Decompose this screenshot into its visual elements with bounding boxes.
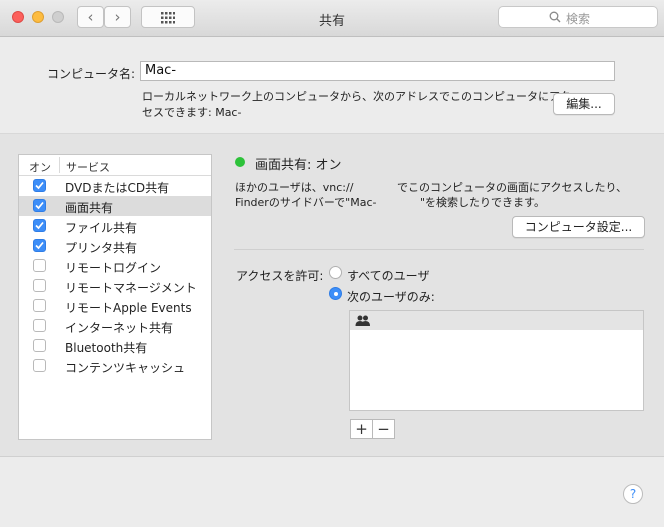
checkbox-checked[interactable] [33,179,46,192]
list-item[interactable]: コンテンツキャッシュ [19,356,211,376]
allowed-users-list[interactable] [349,310,644,411]
computer-name-section [0,37,664,134]
service-label: リモートマネージメント [65,281,197,295]
radio-all-users[interactable] [329,266,342,279]
service-label: コンテンツキャッシュ [65,361,186,375]
section-divider [234,249,644,250]
list-item[interactable]: DVDまたはCD共有 [19,176,211,196]
computer-name-label: コンピュータ名: [47,67,136,81]
service-label: リモートApple Events [65,301,192,315]
radio-all-users-label: すべてのユーザ [347,269,430,283]
checkbox[interactable] [33,299,46,312]
checkmark-icon [35,181,44,190]
group-icon [355,315,370,326]
list-item[interactable]: プリンタ共有 [19,236,211,256]
service-label: インターネット共有 [65,321,174,335]
title-bar: ‹ › 共有 検索 [0,0,664,37]
checkbox[interactable] [33,259,46,272]
service-label: ファイル共有 [65,221,138,235]
service-label: Bluetooth共有 [65,341,148,355]
finder-description-start: Finderのサイドバーで"Mac- [235,196,377,209]
checkbox-checked[interactable] [33,219,46,232]
service-label: リモートログイン [65,261,162,275]
remove-user-button[interactable]: − [372,419,395,439]
finder-description-end: "を検索したりできます。 [420,196,545,209]
header-on: オン [29,161,51,174]
status-indicator [235,157,245,167]
list-item[interactable]: インターネット共有 [19,316,211,336]
list-item[interactable]: Bluetooth共有 [19,336,211,356]
checkbox[interactable] [33,279,46,292]
service-label: プリンタ共有 [65,241,138,255]
service-label: 画面共有 [65,201,114,215]
service-label: DVDまたはCD共有 [65,181,170,195]
services-list-header: オン サービス [19,155,211,176]
checkbox-checked[interactable] [33,199,46,212]
help-button[interactable]: ? [623,484,643,504]
question-icon: ? [629,487,637,501]
address-description-line2: セスできます: Mac- [142,106,242,119]
checkmark-icon [35,201,44,210]
list-item[interactable]: リモートマネージメント [19,276,211,296]
list-item[interactable]: ファイル共有 [19,216,211,236]
radio-only-these-users-label: 次のユーザのみ: [347,290,435,304]
checkbox[interactable] [33,339,46,352]
vnc-description-end: でこのコンピュータの画面にアクセスしたり、 [397,181,628,194]
list-item[interactable]: リモートApple Events [19,296,211,316]
computer-name-field[interactable]: Mac- [140,61,615,81]
checkbox[interactable] [33,359,46,372]
header-service: サービス [66,161,110,174]
address-description-line1: ローカルネットワーク上のコンピュータから、次のアドレスでこのコンピュータにアク [142,90,571,103]
checkbox[interactable] [33,319,46,332]
list-item[interactable] [350,311,643,330]
services-rows: DVDまたはCD共有 画面共有ファイル共有 プリンタ共有リモートログインリモートマネ… [19,176,211,376]
checkbox-checked[interactable] [33,239,46,252]
search-field[interactable]: 検索 [498,6,658,28]
services-list[interactable]: オン サービス DVDまたはCD共有 画面共有ファイル共有 プリンタ共有リモートログ… [18,154,212,440]
add-user-button[interactable]: + [350,419,373,439]
status-title: 画面共有: オン [255,158,342,173]
access-label: アクセスを許可: [236,269,324,283]
header-separator [59,157,60,173]
checkmark-icon [35,241,44,250]
computer-settings-button[interactable]: コンピュータ設定... [512,216,645,238]
list-item[interactable]: リモートログイン [19,256,211,276]
search-placeholder: 検索 [566,12,591,26]
checkmark-icon [35,221,44,230]
list-item[interactable]: 画面共有 [19,196,211,216]
vnc-description-start: ほかのユーザは、vnc:// [235,181,354,194]
magnifier-icon [549,11,561,23]
radio-only-these-users[interactable] [329,287,342,300]
edit-button[interactable]: 編集... [553,93,615,115]
